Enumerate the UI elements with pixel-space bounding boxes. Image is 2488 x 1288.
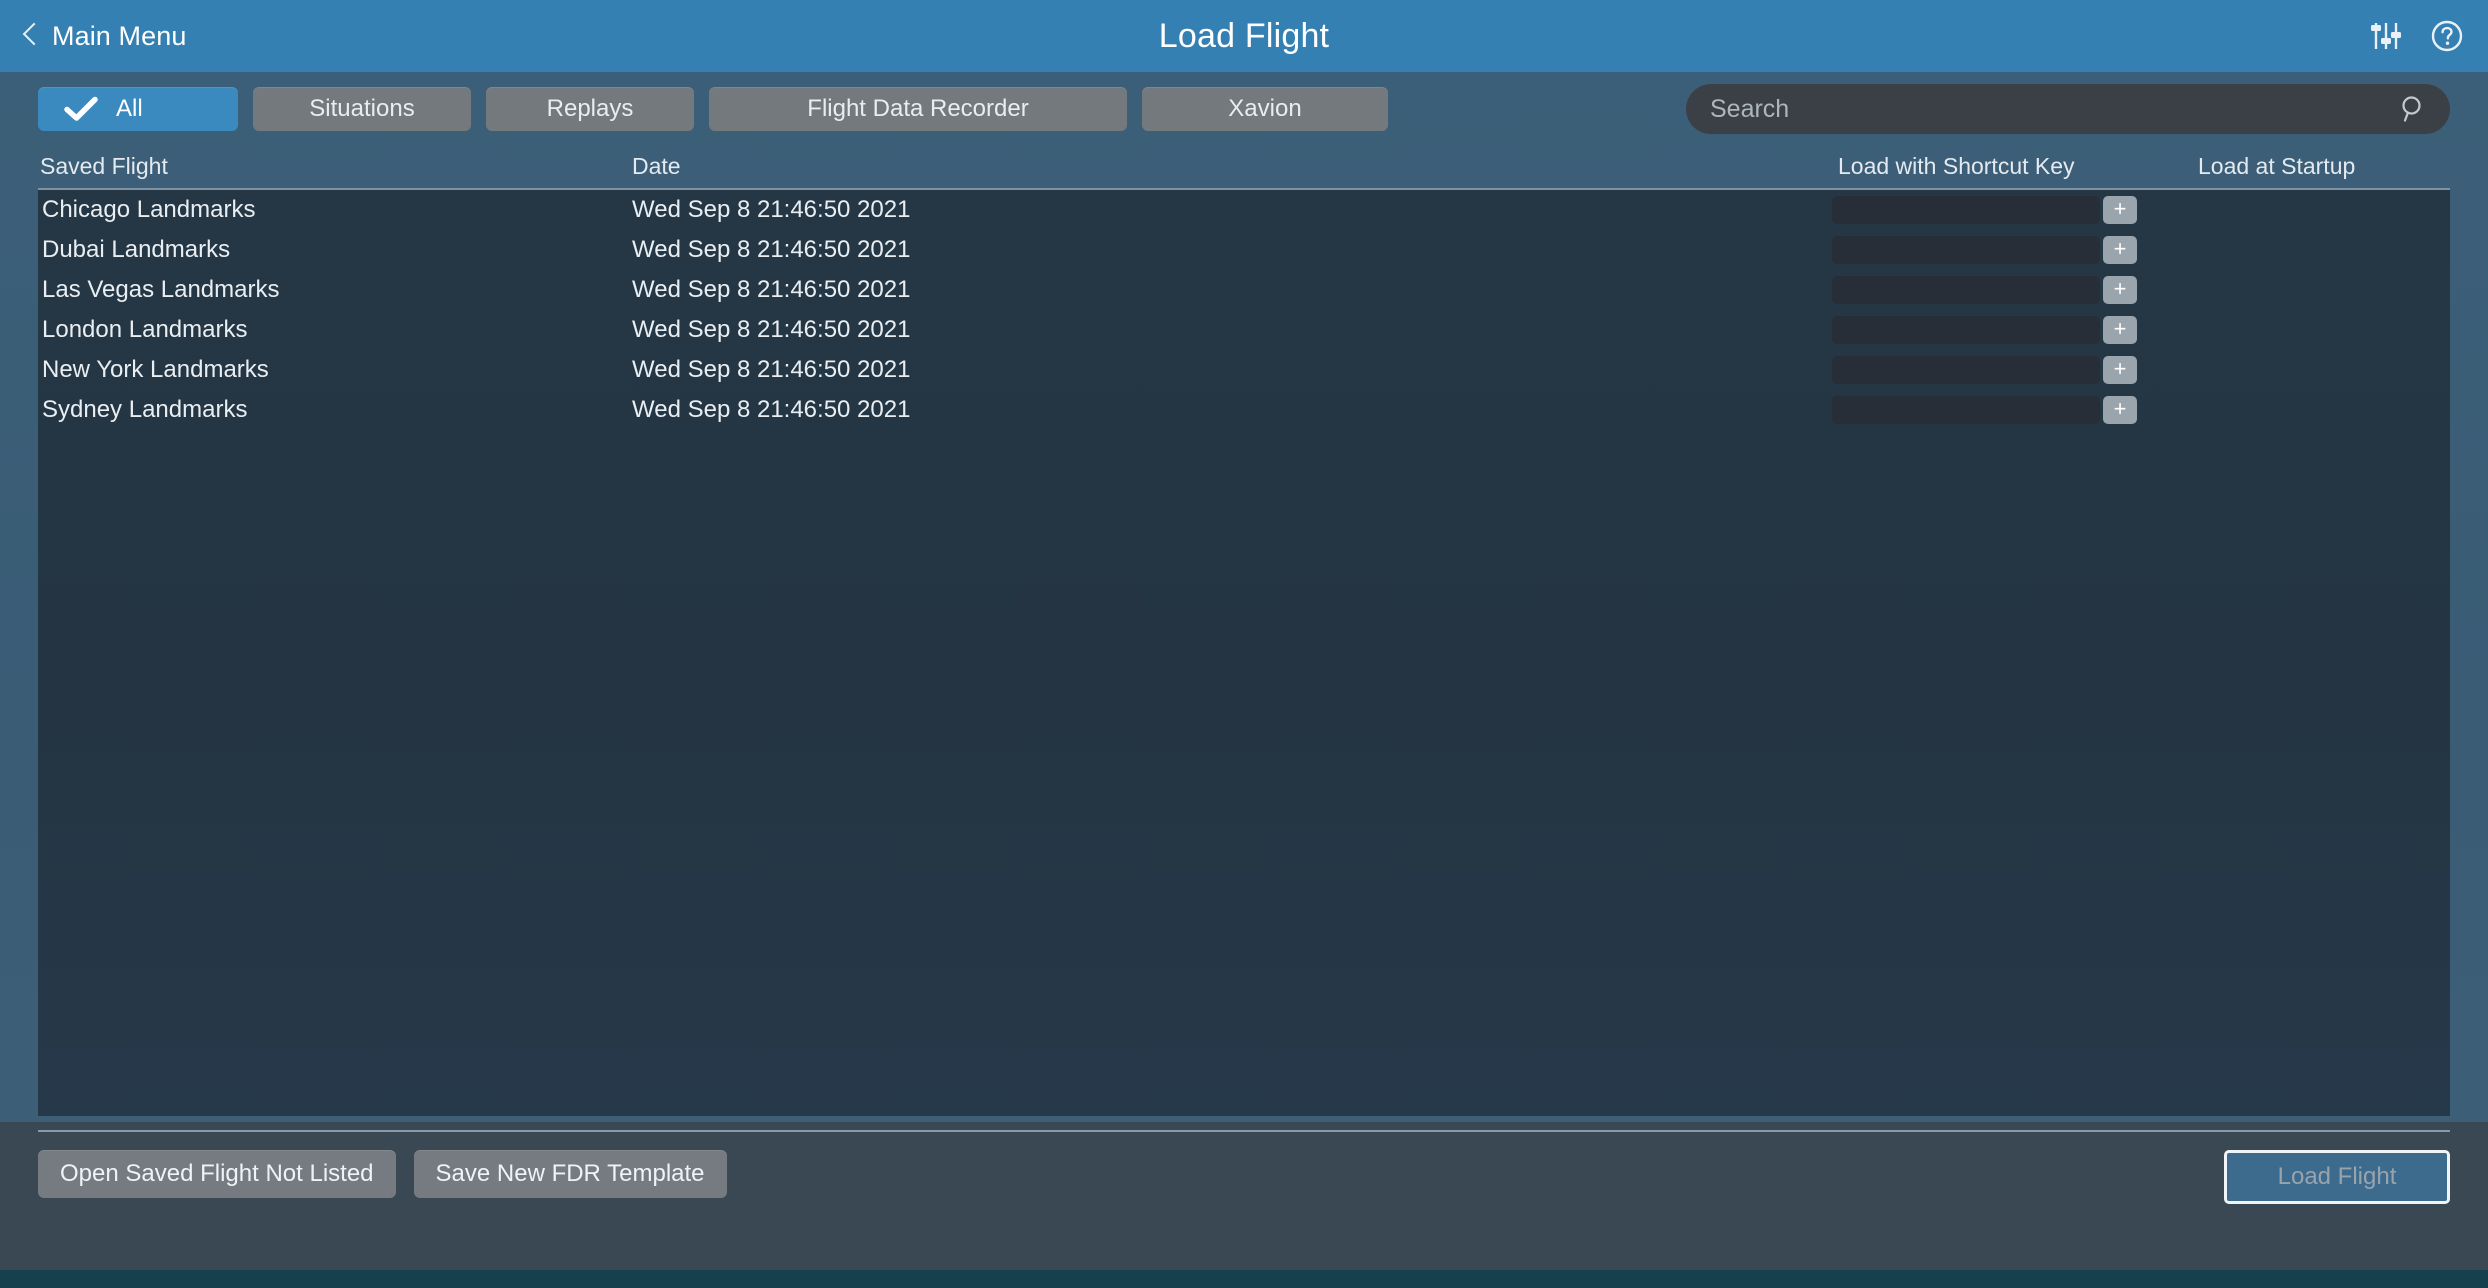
- flight-name: Las Vegas Landmarks: [42, 276, 280, 303]
- shortcut-key-input[interactable]: [1832, 236, 2100, 264]
- content-panel: All Situations Replays Flight Data Recor…: [0, 72, 2488, 1270]
- table-row[interactable]: London Landmarks Wed Sep 8 21:46:50 2021 +: [38, 310, 2450, 350]
- shortcut-key-cell: +: [1832, 276, 2137, 304]
- tab-xavion-label: Xavion: [1228, 95, 1302, 122]
- shortcut-key-input[interactable]: [1832, 276, 2100, 304]
- table-row[interactable]: New York Landmarks Wed Sep 8 21:46:50 202…: [38, 350, 2450, 390]
- flight-name: Dubai Landmarks: [42, 236, 231, 263]
- column-header-load-at-startup: Load at Startup: [2198, 153, 2356, 179]
- tab-flight-data-recorder[interactable]: Flight Data Recorder: [709, 87, 1127, 131]
- add-shortcut-key-button[interactable]: +: [2103, 236, 2137, 264]
- shortcut-key-cell: +: [1832, 356, 2137, 384]
- shortcut-key-input[interactable]: [1832, 356, 2100, 384]
- titlebar: Main Menu Load Flight: [0, 0, 2488, 72]
- shortcut-key-cell: +: [1832, 196, 2137, 224]
- load-flight-window: Main Menu Load Flight All Situations Rep…: [0, 0, 2488, 1270]
- footer-actions: Open Saved Flight Not Listed Save New FD…: [0, 1132, 2488, 1270]
- shortcut-key-cell: +: [1832, 396, 2137, 424]
- search-field: [1686, 84, 2450, 134]
- flight-date: Wed Sep 8 21:46:50 2021: [632, 196, 911, 223]
- flight-name: London Landmarks: [42, 316, 248, 343]
- app-root: Main Menu Load Flight All Situations Rep…: [0, 0, 2488, 1288]
- open-saved-flight-not-listed-button[interactable]: Open Saved Flight Not Listed: [38, 1150, 396, 1198]
- save-new-fdr-template-button[interactable]: Save New FDR Template: [413, 1150, 727, 1198]
- add-shortcut-key-button[interactable]: +: [2103, 356, 2137, 384]
- shortcut-key-cell: +: [1832, 236, 2137, 264]
- table-column-headers: Saved Flight Date Load with Shortcut Key…: [38, 146, 2450, 190]
- table-row[interactable]: Las Vegas Landmarks Wed Sep 8 21:46:50 20…: [38, 270, 2450, 310]
- sliders-icon[interactable]: [2368, 20, 2404, 52]
- tab-replays-label: Replays: [546, 95, 634, 122]
- window-bottom-edge: [0, 1270, 2488, 1288]
- column-header-shortcut-key: Load with Shortcut Key: [1838, 153, 2075, 179]
- search-icon[interactable]: [2398, 94, 2428, 124]
- titlebar-actions: [2368, 19, 2464, 53]
- table-row[interactable]: Chicago Landmarks Wed Sep 8 21:46:50 2021…: [38, 190, 2450, 230]
- add-shortcut-key-button[interactable]: +: [2103, 276, 2137, 304]
- shortcut-key-input[interactable]: [1832, 196, 2100, 224]
- tab-flight-data-recorder-label: Flight Data Recorder: [807, 95, 1029, 122]
- flight-date: Wed Sep 8 21:46:50 2021: [632, 356, 911, 383]
- shortcut-key-input[interactable]: [1832, 316, 2100, 344]
- table-row[interactable]: Sydney Landmarks Wed Sep 8 21:46:50 2021 +: [38, 390, 2450, 430]
- flight-name: Sydney Landmarks: [42, 396, 248, 423]
- load-flight-button[interactable]: Load Flight: [2224, 1150, 2450, 1204]
- filter-toolbar: All Situations Replays Flight Data Recor…: [0, 72, 2488, 146]
- column-header-saved-flight[interactable]: Saved Flight: [40, 153, 168, 180]
- tab-all-label: All: [116, 95, 143, 122]
- tab-situations[interactable]: Situations: [253, 87, 471, 131]
- check-icon: [64, 96, 98, 122]
- shortcut-key-cell: +: [1832, 316, 2137, 344]
- saved-flight-list[interactable]: Chicago Landmarks Wed Sep 8 21:46:50 2021…: [38, 190, 2450, 1116]
- tab-all[interactable]: All: [38, 87, 238, 131]
- flight-date: Wed Sep 8 21:46:50 2021: [632, 276, 911, 303]
- flight-name: Chicago Landmarks: [42, 196, 256, 223]
- column-header-date[interactable]: Date: [632, 153, 681, 180]
- flight-name: New York Landmarks: [42, 356, 269, 383]
- tab-xavion[interactable]: Xavion: [1142, 87, 1388, 131]
- table-row[interactable]: Dubai Landmarks Wed Sep 8 21:46:50 2021 +: [38, 230, 2450, 270]
- add-shortcut-key-button[interactable]: +: [2103, 396, 2137, 424]
- flight-date: Wed Sep 8 21:46:50 2021: [632, 236, 911, 263]
- add-shortcut-key-button[interactable]: +: [2103, 316, 2137, 344]
- flight-date: Wed Sep 8 21:46:50 2021: [632, 316, 911, 343]
- tab-situations-label: Situations: [309, 95, 415, 122]
- tab-replays[interactable]: Replays: [486, 87, 694, 131]
- shortcut-key-input[interactable]: [1832, 396, 2100, 424]
- search-input[interactable]: [1686, 84, 2450, 134]
- page-title: Load Flight: [1158, 16, 1330, 55]
- flight-date: Wed Sep 8 21:46:50 2021: [632, 396, 911, 423]
- help-circle-icon[interactable]: [2430, 19, 2464, 53]
- add-shortcut-key-button[interactable]: +: [2103, 196, 2137, 224]
